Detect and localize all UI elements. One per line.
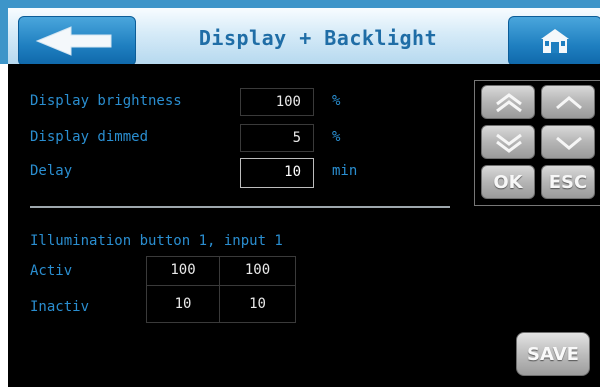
page-up-button[interactable] <box>481 85 535 119</box>
double-up-icon <box>496 93 522 113</box>
page-down-button[interactable] <box>481 125 535 159</box>
display-brightness-field[interactable]: 100 <box>240 88 314 116</box>
display-dimmed-label: Display dimmed <box>30 129 149 145</box>
esc-label: ESC <box>548 172 588 193</box>
down-button[interactable] <box>541 125 595 159</box>
display-brightness-label: Display brightness <box>30 93 182 109</box>
display-brightness-unit: % <box>332 93 341 109</box>
navigation-keypad: OK ESC <box>474 80 600 206</box>
home-button[interactable] <box>508 16 600 66</box>
ok-label: OK <box>493 172 523 193</box>
display-dimmed-field[interactable]: 5 <box>240 124 314 152</box>
ok-button[interactable]: OK <box>481 165 535 199</box>
delay-label: Delay <box>30 163 73 179</box>
inactiv-label: Inactiv <box>30 299 90 315</box>
back-button[interactable] <box>18 16 136 66</box>
activ-label: Activ <box>30 263 73 279</box>
illumination-heading: Illumination button 1, input 1 <box>30 233 283 249</box>
home-icon <box>541 29 569 53</box>
header-bar: Display + Backlight <box>0 0 600 66</box>
save-button[interactable]: SAVE <box>516 332 590 376</box>
header-panel: Display + Backlight <box>8 8 600 66</box>
display-dimmed-unit: % <box>332 129 341 145</box>
up-button[interactable] <box>541 85 595 119</box>
esc-button[interactable]: ESC <box>541 165 595 199</box>
screen: Display + Backlight Display brightness 1… <box>0 0 600 387</box>
up-icon <box>556 96 582 110</box>
delay-unit: min <box>332 163 358 179</box>
activ-value-1[interactable]: 100 <box>146 256 220 286</box>
delay-field[interactable]: 10 <box>240 158 314 188</box>
double-down-icon <box>496 133 522 153</box>
section-divider <box>30 206 450 208</box>
inactiv-value-1[interactable]: 10 <box>146 285 220 323</box>
main-area: Display brightness 100 % Display dimmed … <box>8 64 600 387</box>
down-icon <box>556 136 582 150</box>
activ-value-2[interactable]: 100 <box>219 256 296 286</box>
save-label: SAVE <box>527 344 579 365</box>
inactiv-value-2[interactable]: 10 <box>219 285 296 323</box>
page-title: Display + Backlight <box>198 26 438 50</box>
arrow-left-icon <box>35 26 112 56</box>
